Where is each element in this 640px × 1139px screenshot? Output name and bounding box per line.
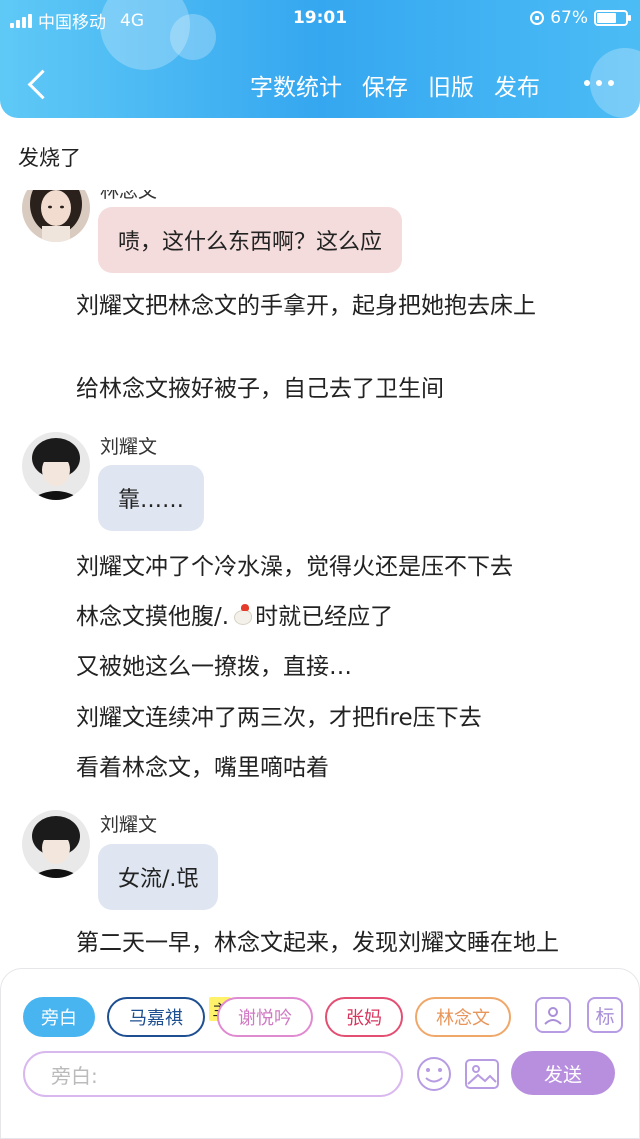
emoji-icon[interactable] (415, 1055, 453, 1093)
battery-icon (594, 10, 631, 26)
rotation-lock-icon (530, 11, 545, 25)
save-button[interactable]: 保存 (362, 68, 408, 102)
dialogue-bubble[interactable]: 靠…… (98, 465, 205, 531)
narration-text: 时就已经应了 (255, 604, 394, 630)
send-button[interactable]: 发送 (511, 1051, 615, 1095)
avatar-linnianwen[interactable] (22, 190, 90, 242)
back-arrow-icon[interactable] (22, 66, 56, 102)
battery-percent: 67% (550, 8, 588, 28)
dialogue-text: 女流/.氓 (118, 867, 199, 892)
narration-line: 又被她这么一撩拨，直接… (76, 654, 352, 680)
role-chip-narration[interactable]: 旁白 (23, 997, 95, 1037)
narration-line: 给林念文掖好被子，自己去了卫生间 (76, 376, 444, 402)
narration-text: 林念文摸他腹/. (76, 604, 230, 630)
speaker-name: 林念文 (100, 190, 158, 202)
app-header: 中国移动 4G 19:01 67% 字数统计 保存 旧版 发布 (0, 0, 640, 118)
role-chip-xieyueyin[interactable]: 谢悦吟 (217, 997, 313, 1037)
input-panel: 旁白 马嘉祺 主 谢悦吟 张妈 林念文 标 旁白: 发送 (0, 968, 640, 1139)
narration-line: 看着林念文，嘴里嘀咕着 (76, 755, 329, 781)
narration-line: 刘耀文冲了个冷水澡，觉得火还是压不下去 (76, 554, 513, 580)
avatar-liuyaowen[interactable] (22, 432, 90, 500)
dialogue-text: 啧，这什么东西啊？这么应 (118, 230, 383, 255)
narration-line: 刘耀文把林念文的手拿开，起身把她抱去床上 (76, 293, 536, 319)
image-icon[interactable] (463, 1055, 501, 1093)
dialogue-bubble[interactable]: 女流/.氓 (98, 844, 219, 910)
status-bar: 中国移动 4G 19:01 67% (0, 6, 640, 33)
speaker-name: 刘耀文 (100, 436, 158, 458)
speaker-name: 刘耀文 (100, 814, 158, 836)
rooster-emoji-icon (231, 603, 255, 627)
role-chip-majiaqi[interactable]: 马嘉祺 (107, 997, 205, 1037)
dialogue-bubble[interactable]: 啧，这什么东西啊？这么应 (98, 207, 403, 273)
story-title: 发烧了 (18, 146, 81, 170)
publish-button[interactable]: 发布 (494, 68, 540, 102)
old-version-button[interactable]: 旧版 (428, 68, 474, 102)
dialogue-text: 靠…… (118, 488, 185, 513)
tag-button[interactable]: 标 (587, 997, 623, 1033)
narration-line: 第二天一早，林念文起来，发现刘耀文睡在地上 (76, 930, 559, 956)
narration-line: 刘耀文连续冲了两三次，才把fire压下去 (76, 705, 482, 731)
narration-line: 林念文摸他腹/. 时就已经应了 (28, 600, 618, 635)
story-content[interactable]: 林念文 啧，这什么东西啊？这么应 刘耀文把林念文的手拿开，起身把她抱去床上 给林… (0, 190, 640, 970)
avatar-liuyaowen[interactable] (22, 810, 90, 878)
narration-input[interactable]: 旁白: (23, 1051, 403, 1097)
word-count-button[interactable]: 字数统计 (250, 68, 342, 102)
nav-bar: 字数统计 保存 旧版 发布 (0, 60, 640, 108)
role-manage-icon[interactable] (535, 997, 571, 1033)
role-chip-linnianwen[interactable]: 林念文 (415, 997, 511, 1037)
role-chip-zhangma[interactable]: 张妈 (325, 997, 403, 1037)
more-icon[interactable] (584, 80, 614, 86)
